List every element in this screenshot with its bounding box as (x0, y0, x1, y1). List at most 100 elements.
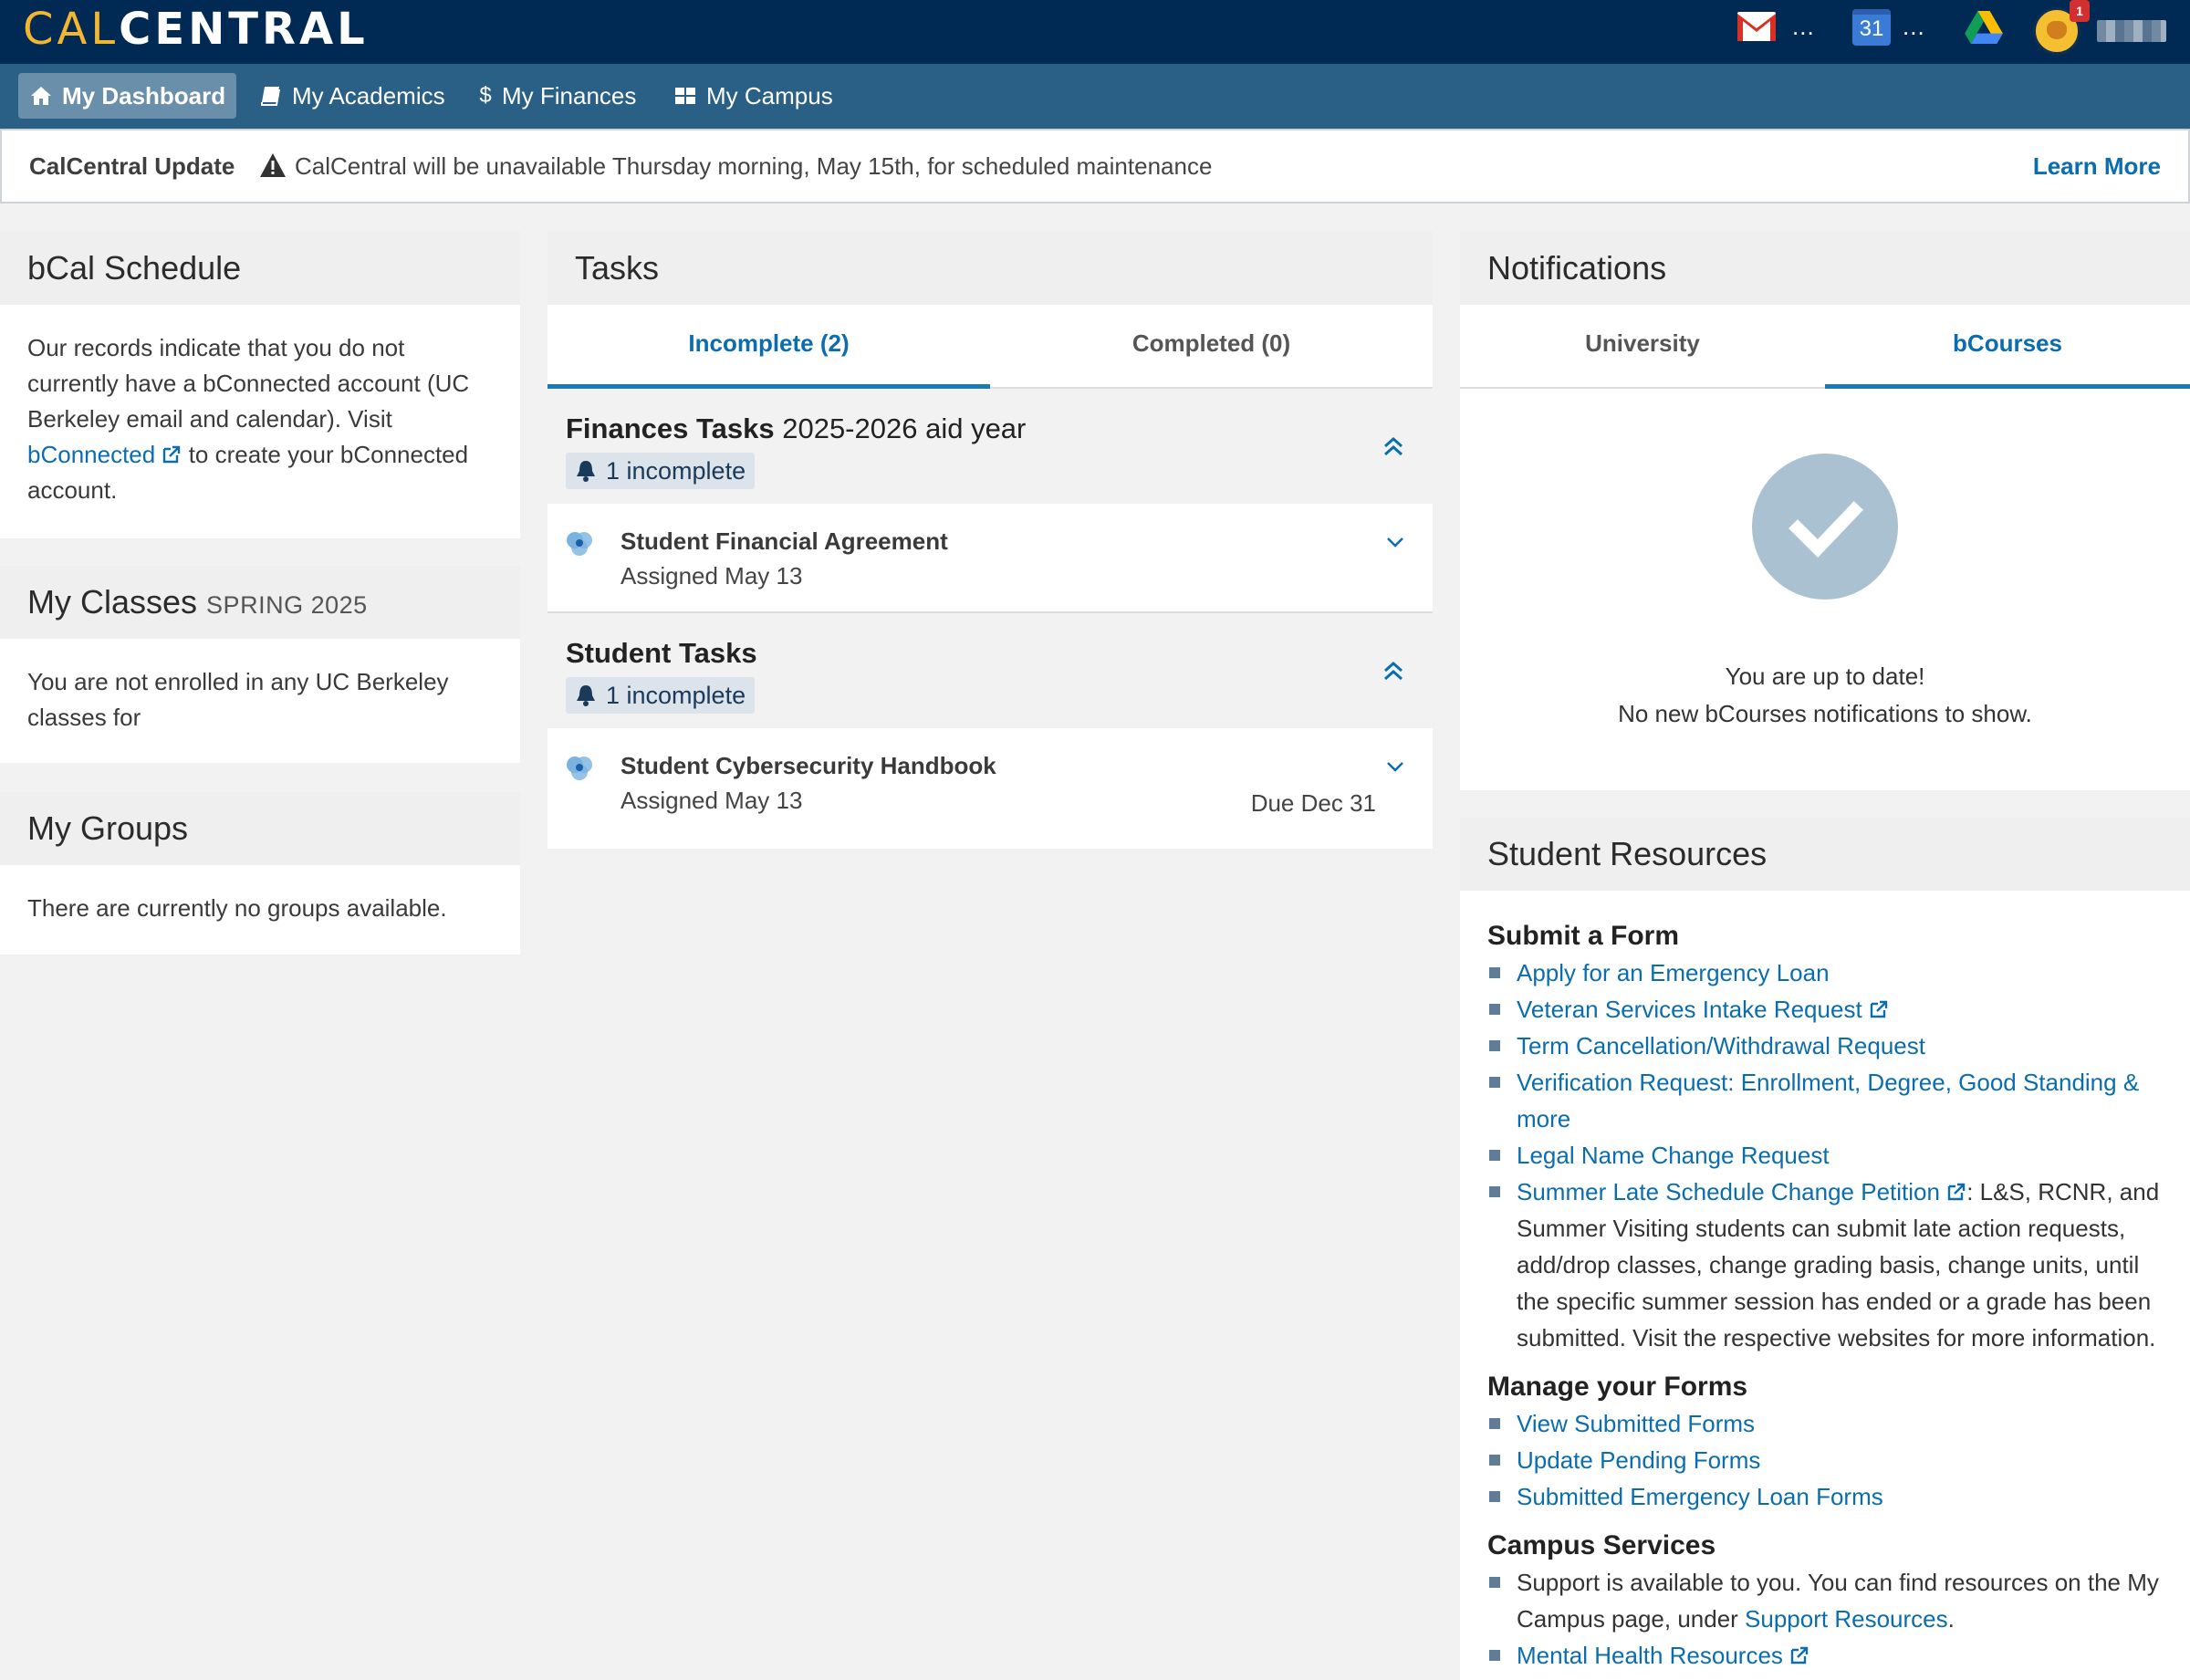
warning-icon (260, 153, 286, 177)
group-title: Student Tasks (566, 637, 757, 669)
bcal-schedule-card: bCal Schedule Our records indicate that … (0, 232, 520, 538)
gmail-icon[interactable] (1737, 11, 1776, 42)
top-bar: CALCENTRAL ... 31 ... 1 (0, 0, 2190, 64)
book-icon (261, 87, 280, 106)
term-cancellation-link[interactable]: Term Cancellation/Withdrawal Request (1517, 1032, 1925, 1059)
student-tasks-group[interactable]: Student Tasks 1 incomplete (548, 613, 1433, 728)
my-classes-title: My Classes SPRING 2025 (0, 566, 520, 639)
bcal-message: Our records indicate that you do not cur… (27, 334, 470, 504)
list-item: Verification Request: Enrollment, Degree… (1487, 1064, 2163, 1137)
tasks-title: Tasks (548, 232, 1433, 305)
list-item: Legal Name Change Request (1487, 1137, 2163, 1174)
campus-services-heading: Campus Services (1487, 1530, 1716, 1560)
submit-form-heading: Submit a Form (1487, 921, 1680, 951)
tab-university[interactable]: University (1460, 305, 1825, 389)
bell-icon (577, 685, 595, 706)
incomplete-badge: 1 incomplete (566, 677, 756, 714)
notifications-card: Notifications University bCourses You ar… (1460, 232, 2190, 790)
incomplete-badge: 1 incomplete (566, 453, 756, 489)
notifications-title: Notifications (1460, 232, 2190, 305)
tab-incomplete[interactable]: Incomplete (2) (548, 305, 990, 389)
google-drive-icon[interactable] (1964, 11, 2004, 44)
summer-late-petition-link[interactable]: Summer Late Schedule Change Petition (1517, 1178, 1966, 1205)
chevron-down-icon[interactable] (1385, 535, 1405, 549)
dollar-icon: $ (479, 83, 492, 108)
up-to-date-text: You are up to date! (1725, 663, 1925, 690)
nav-my-campus[interactable]: My Campus (662, 73, 844, 119)
list-item: View Submitted Forms (1487, 1405, 2163, 1442)
main-nav: My Dashboard My Academics $ My Finances … (0, 64, 2190, 129)
calendar-icon[interactable]: 31 (1852, 9, 1891, 46)
chevron-down-icon[interactable] (1385, 759, 1405, 774)
list-item: Veteran Services Intake Request (1487, 991, 2163, 1028)
list-item: Support is available to you. You can fin… (1487, 1564, 2163, 1637)
bconnected-link[interactable]: bConnected (27, 441, 182, 468)
list-item: Update Pending Forms (1487, 1442, 2163, 1478)
bear-icon (2047, 21, 2067, 39)
alert-message: CalCentral will be unavailable Thursday … (295, 152, 1213, 180)
view-submitted-forms-link[interactable]: View Submitted Forms (1517, 1410, 1755, 1437)
student-resources-card: Student Resources Submit a Form Apply fo… (1460, 818, 2190, 1680)
manage-forms-heading: Manage your Forms (1487, 1372, 1748, 1402)
campus-services-list: Support is available to you. You can fin… (1487, 1564, 2163, 1674)
external-link-icon (1870, 1000, 1888, 1018)
my-classes-card: My Classes SPRING 2025 You are not enrol… (0, 566, 520, 763)
list-item: Submitted Emergency Loan Forms (1487, 1478, 2163, 1515)
list-item: Term Cancellation/Withdrawal Request (1487, 1028, 2163, 1064)
list-item: Apply for an Emergency Loan (1487, 955, 2163, 991)
collapse-icon[interactable] (1382, 659, 1405, 683)
collapse-icon[interactable] (1382, 434, 1405, 458)
task-student-financial-agreement[interactable]: Student Financial Agreement Assigned May… (548, 504, 1433, 613)
legal-name-change-link[interactable]: Legal Name Change Request (1517, 1142, 1830, 1169)
due-date: Due Dec 31 (1250, 789, 1376, 817)
support-resources-link[interactable]: Support Resources (1745, 1605, 1948, 1633)
list-item: Mental Health Resources (1487, 1637, 2163, 1674)
my-groups-title: My Groups (0, 792, 520, 865)
calendar-more[interactable]: ... (1903, 13, 1925, 41)
term-label: SPRING 2025 (206, 591, 368, 619)
external-link-icon (163, 445, 181, 464)
bcal-schedule-title: bCal Schedule (0, 232, 520, 305)
mental-health-link[interactable]: Mental Health Resources (1517, 1642, 1809, 1669)
finances-tasks-group[interactable]: Finances Tasks 2025-2026 aid year 1 inco… (548, 389, 1433, 504)
alert-title: CalCentral Update (29, 152, 235, 180)
task-student-cybersecurity-handbook[interactable]: Student Cybersecurity Handbook Assigned … (548, 728, 1433, 836)
task-status-icon (567, 532, 592, 556)
calcentral-logo[interactable]: CALCENTRAL (23, 2, 369, 57)
external-link-icon (1790, 1646, 1809, 1664)
submit-form-list: Apply for an Emergency Loan Veteran Serv… (1487, 955, 2163, 1356)
learn-more-link[interactable]: Learn More (2033, 152, 2161, 181)
resources-body: Submit a Form Apply for an Emergency Loa… (1460, 891, 2190, 1674)
tasks-card: Tasks Incomplete (2) Completed (0) Finan… (548, 232, 1433, 849)
tab-completed[interactable]: Completed (0) (990, 305, 1433, 389)
notification-badge: 1 (2070, 0, 2090, 22)
up-to-date-check-icon (1752, 454, 1898, 600)
verification-request-link[interactable]: Verification Request: Enrollment, Degree… (1517, 1069, 2139, 1132)
notifications-tabs: University bCourses (1460, 305, 2190, 389)
list-item: Summer Late Schedule Change Petition : L… (1487, 1174, 2163, 1356)
update-pending-forms-link[interactable]: Update Pending Forms (1517, 1446, 1760, 1474)
veteran-services-link[interactable]: Veteran Services Intake Request (1517, 996, 1889, 1023)
bell-icon (577, 461, 595, 482)
nav-my-finances[interactable]: $ My Finances (467, 73, 647, 119)
user-name-redacted[interactable] (2097, 20, 2166, 42)
home-icon (31, 87, 51, 105)
update-alert: CalCentral Update CalCentral will be una… (0, 129, 2190, 203)
task-status-icon (567, 757, 592, 780)
gmail-more[interactable]: ... (1792, 13, 1815, 41)
groups-message: There are currently no groups available. (27, 894, 447, 922)
grid-icon (675, 88, 695, 104)
my-groups-card: My Groups There are currently no groups … (0, 792, 520, 955)
group-title: Finances Tasks 2025-2026 aid year (566, 412, 1027, 444)
student-resources-title: Student Resources (1460, 818, 2190, 891)
emergency-loan-link[interactable]: Apply for an Emergency Loan (1517, 959, 1830, 986)
no-notifications-text: No new bCourses notifications to show. (1618, 700, 2032, 727)
classes-message: You are not enrolled in any UC Berkeley … (27, 668, 449, 731)
manage-forms-list: View Submitted Forms Update Pending Form… (1487, 1405, 2163, 1515)
tab-bcourses[interactable]: bCourses (1825, 305, 2190, 389)
external-link-icon (1947, 1183, 1966, 1201)
tasks-tabs: Incomplete (2) Completed (0) (548, 305, 1433, 389)
nav-my-dashboard[interactable]: My Dashboard (18, 73, 237, 119)
emergency-loan-forms-link[interactable]: Submitted Emergency Loan Forms (1517, 1483, 1883, 1510)
nav-my-academics[interactable]: My Academics (248, 73, 456, 119)
